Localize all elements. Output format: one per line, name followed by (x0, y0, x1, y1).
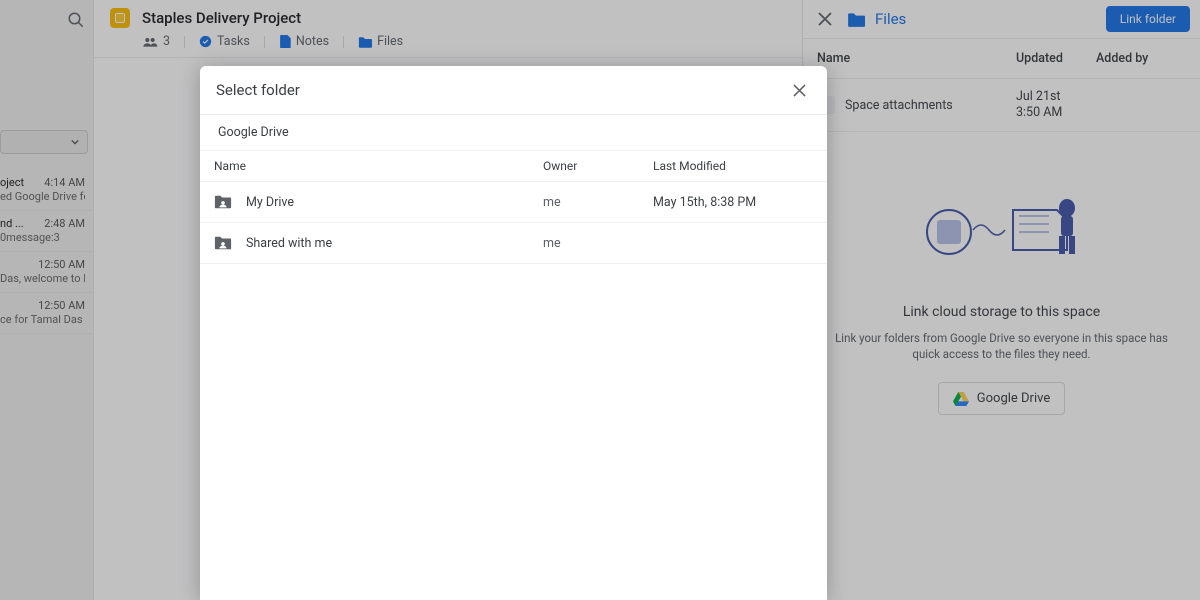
select-folder-modal: Select folder Google Drive Name Owner La… (200, 66, 827, 600)
close-icon (793, 84, 806, 97)
modal-title: Select folder (216, 81, 300, 99)
modal-close-button[interactable] (789, 80, 809, 100)
folder-row-my-drive[interactable]: My Drive me May 15th, 8:38 PM (200, 182, 827, 223)
modal-columns: Name Owner Last Modified (200, 150, 827, 182)
modal-source: Google Drive (200, 115, 827, 150)
shared-folder-icon (214, 235, 232, 251)
folder-row-shared[interactable]: Shared with me me (200, 223, 827, 264)
shared-folder-icon (214, 194, 232, 210)
